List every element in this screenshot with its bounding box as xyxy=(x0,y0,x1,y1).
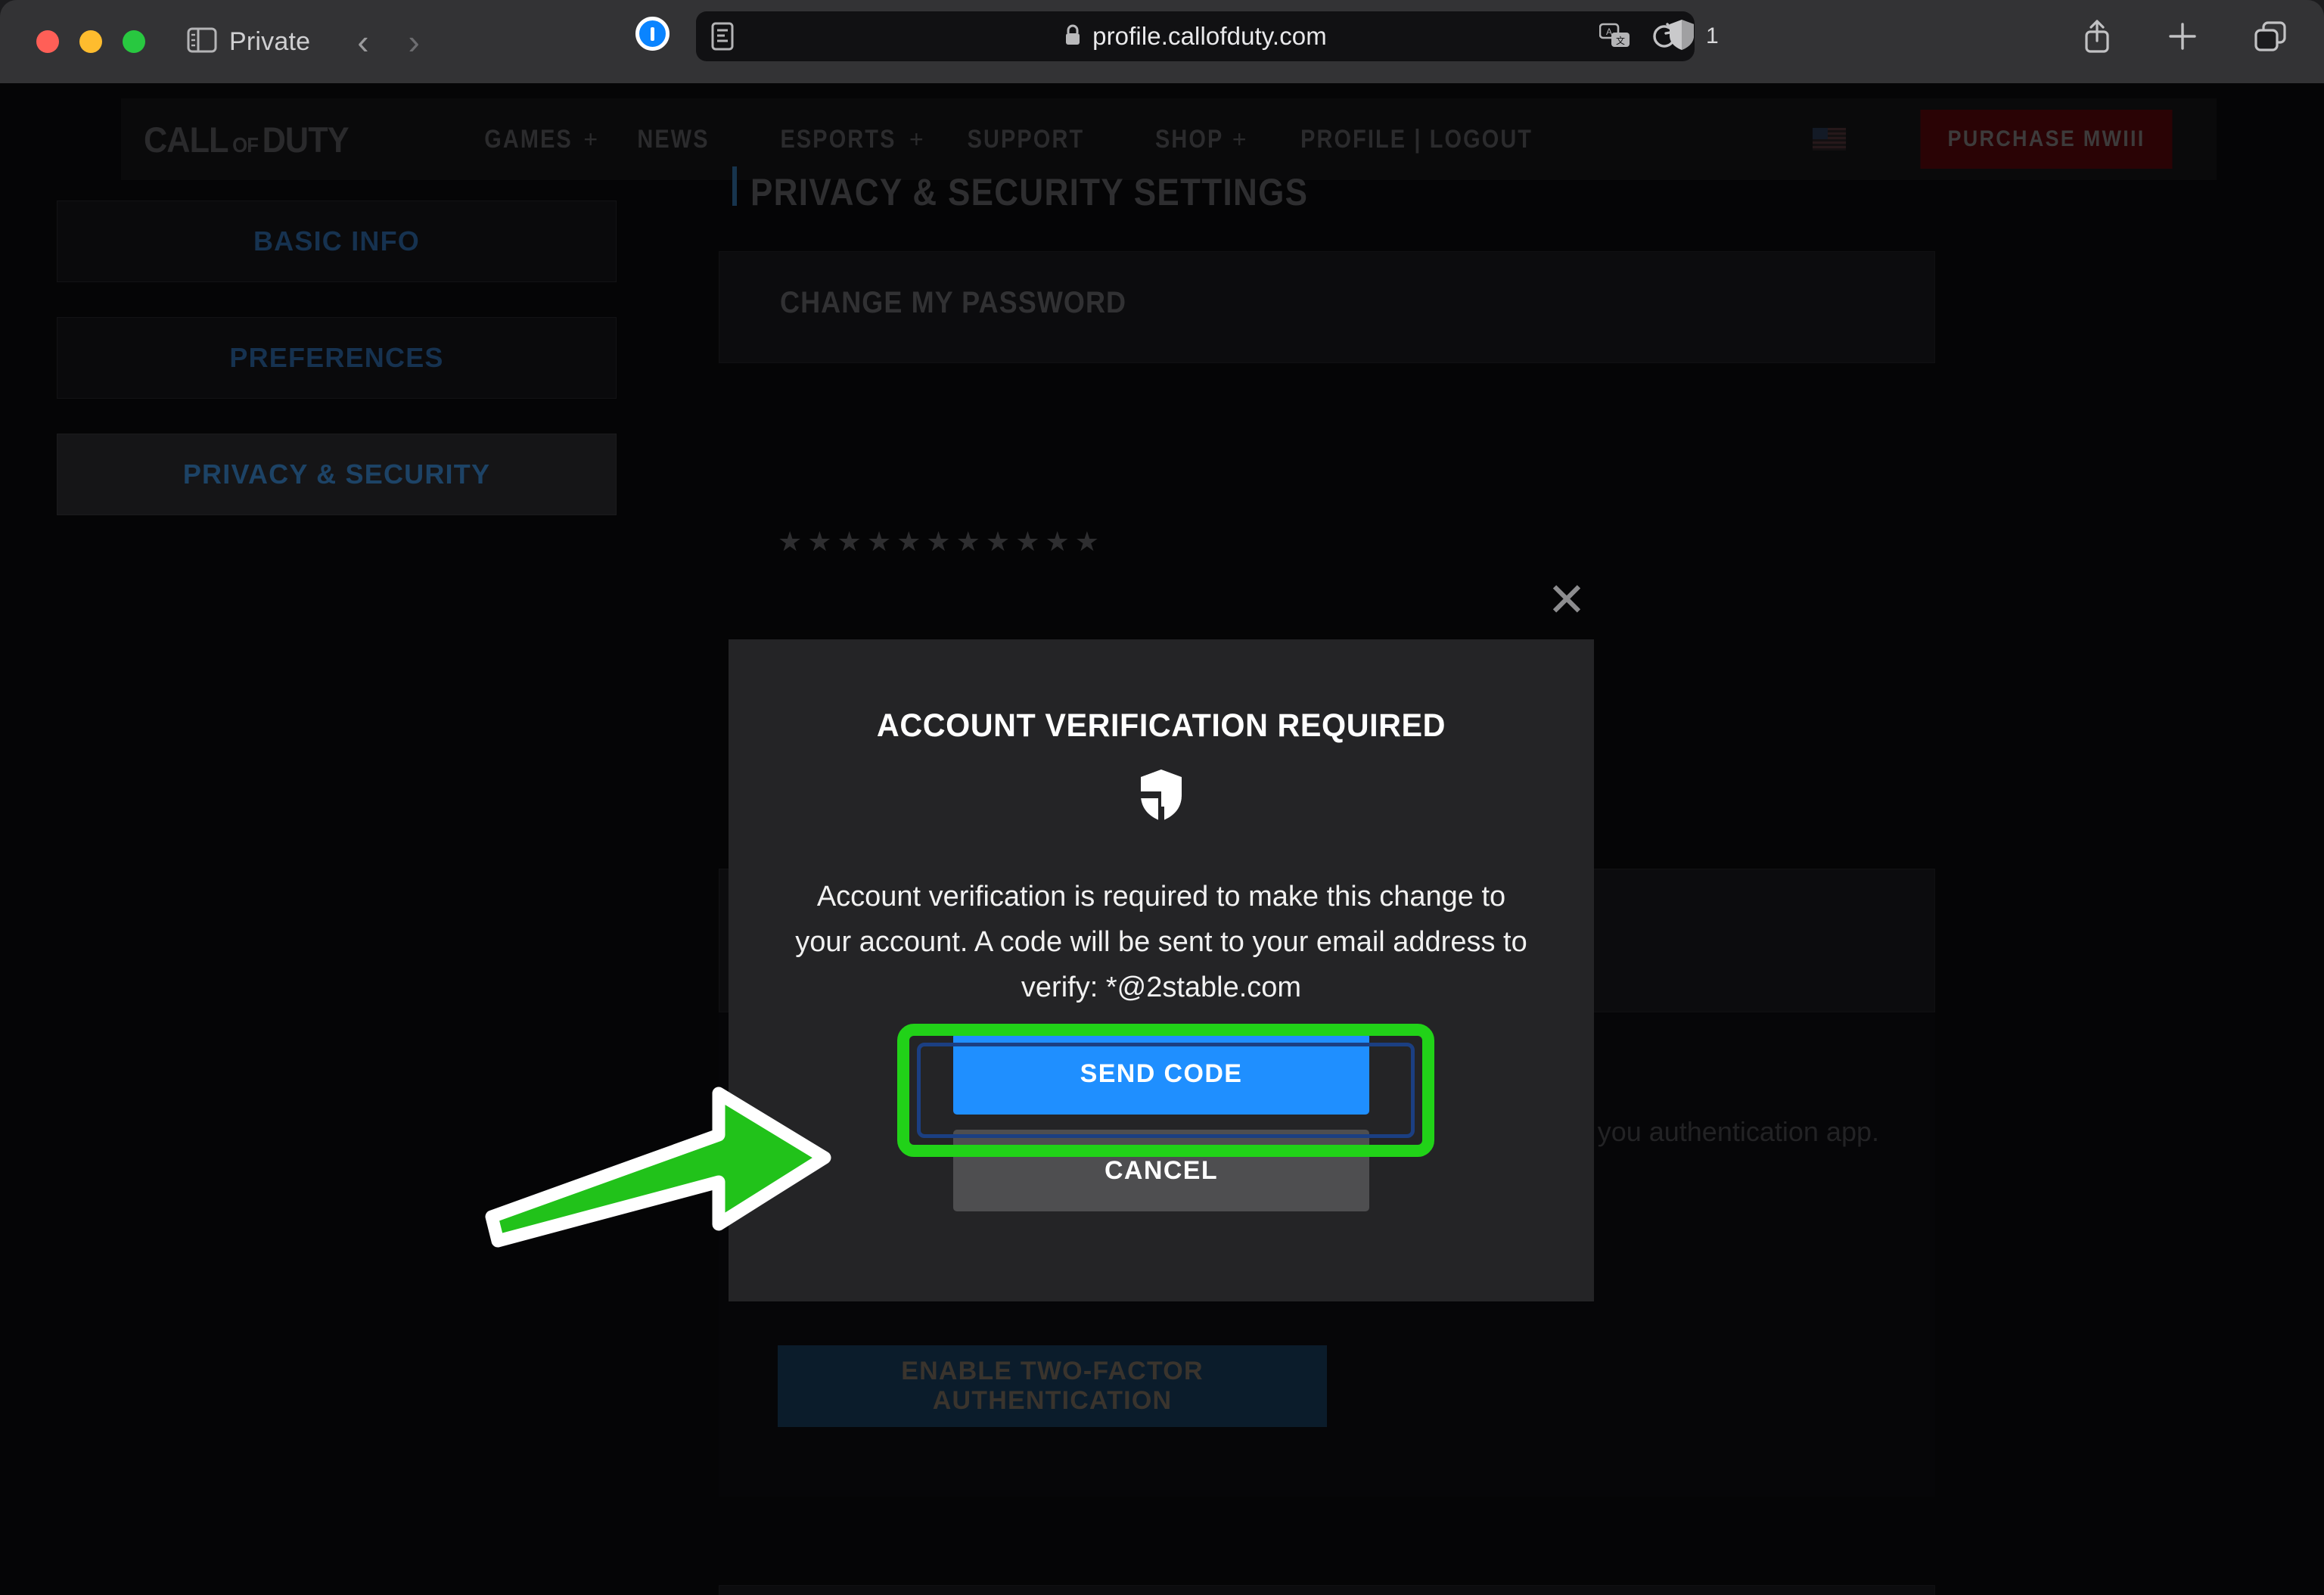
tab-overview-icon[interactable] xyxy=(2253,20,2288,53)
nav-item-shop[interactable]: SHOP xyxy=(1132,125,1247,154)
lock-icon xyxy=(1064,23,1082,50)
modal-title: ACCOUNT VERIFICATION REQUIRED xyxy=(876,707,1446,744)
url-display[interactable]: profile.callofduty.com xyxy=(696,11,1695,61)
nav-item-profile-logout[interactable]: PROFILE | LOGOUT xyxy=(1277,125,1555,154)
site-navigation-bar: CALL OF DUTY GAMES + NEWS ESPORTS + SUPP… xyxy=(121,98,2217,180)
navigation-arrows: ‹ › xyxy=(357,24,420,59)
share-icon[interactable] xyxy=(2082,18,2112,54)
nav-item-support[interactable]: SUPPORT xyxy=(944,125,1108,154)
toolbar-right xyxy=(2082,11,2288,61)
change-password-panel: CHANGE MY PASSWORD xyxy=(719,251,1935,363)
address-bar-actions: A 文 xyxy=(1599,11,1678,61)
web-page-content: CALL OF DUTY GAMES + NEWS ESPORTS + SUPP… xyxy=(0,83,2324,1595)
enable-two-factor-button[interactable]: ENABLE TWO-FACTOR AUTHENTICATION xyxy=(778,1345,1327,1427)
plus-icon[interactable] xyxy=(2167,20,2198,52)
svg-text:文: 文 xyxy=(1616,35,1625,46)
modal-body-text: Account verification is required to make… xyxy=(795,881,1527,1003)
sidebar-toggle-button[interactable]: Private xyxy=(187,27,310,57)
tracker-count: 1 xyxy=(1706,23,1719,48)
zoom-window-button[interactable] xyxy=(123,30,145,53)
back-button[interactable]: ‹ xyxy=(357,24,368,59)
sidebar-item-privacy-security[interactable]: PRIVACY & SECURITY xyxy=(57,434,617,515)
address-bar[interactable]: profile.callofduty.com A 文 xyxy=(696,11,1695,61)
nav-item-games[interactable]: GAMES xyxy=(461,125,596,154)
site-nav-links: GAMES + NEWS ESPORTS + SUPPORT SHOP + PR… xyxy=(449,125,1580,154)
translate-icon[interactable]: A 文 xyxy=(1599,23,1631,50)
account-verification-modal: ACCOUNT VERIFICATION REQUIRED Account ve… xyxy=(729,639,1594,1301)
cancel-button[interactable]: CANCEL xyxy=(953,1130,1369,1211)
sidebar-item-preferences[interactable]: PREFERENCES xyxy=(57,317,617,399)
close-window-button[interactable] xyxy=(36,30,59,53)
send-code-button[interactable]: SEND CODE xyxy=(953,1033,1369,1115)
privacy-report-button[interactable]: 1 xyxy=(1668,11,1719,61)
page-title-accent xyxy=(732,166,737,206)
site-nav-right: PURCHASE MWIII xyxy=(1813,110,2186,169)
browser-window: Private ‹ › profile.callofduty.com A 文 1… xyxy=(0,0,2324,1595)
us-flag-icon[interactable] xyxy=(1813,128,1846,151)
nav-item-news[interactable]: NEWS xyxy=(614,125,732,154)
url-text: profile.callofduty.com xyxy=(1092,22,1327,50)
window-controls xyxy=(36,30,145,53)
sidebar-toggle-icon xyxy=(187,27,217,57)
page-title: PRIVACY & SECURITY SETTINGS xyxy=(750,171,1309,213)
1password-icon[interactable] xyxy=(635,17,670,51)
settings-sidebar: BASIC INFO PREFERENCES PRIVACY & SECURIT… xyxy=(57,201,617,550)
call-of-duty-logo[interactable]: CALL OF DUTY xyxy=(144,119,350,160)
shield-icon xyxy=(1138,768,1185,822)
minimize-window-button[interactable] xyxy=(79,30,102,53)
password-masked-value: ★★★★★★★★★★★ xyxy=(778,526,1105,557)
privacy-shield-icon xyxy=(1668,19,1695,54)
svg-text:A: A xyxy=(1606,26,1612,37)
logo-call: CALL xyxy=(144,119,229,160)
forward-button[interactable]: › xyxy=(409,24,420,59)
game-data-privacy-panel: GAME DATA AND PROFILE PRIVACY xyxy=(719,1585,1935,1595)
change-password-heading: CHANGE MY PASSWORD xyxy=(780,286,1127,319)
purchase-mwiii-button[interactable]: PURCHASE MWIII xyxy=(1920,110,2173,169)
logo-duty: DUTY xyxy=(262,119,350,160)
private-mode-label: Private xyxy=(229,26,311,56)
sidebar-item-basic-info[interactable]: BASIC INFO xyxy=(57,201,617,282)
nav-item-esports[interactable]: ESPORTS xyxy=(757,125,919,154)
close-icon[interactable]: ✕ xyxy=(1543,577,1590,626)
modal-actions: SEND CODE CANCEL xyxy=(953,1033,1369,1211)
logo-of: OF xyxy=(232,132,259,157)
